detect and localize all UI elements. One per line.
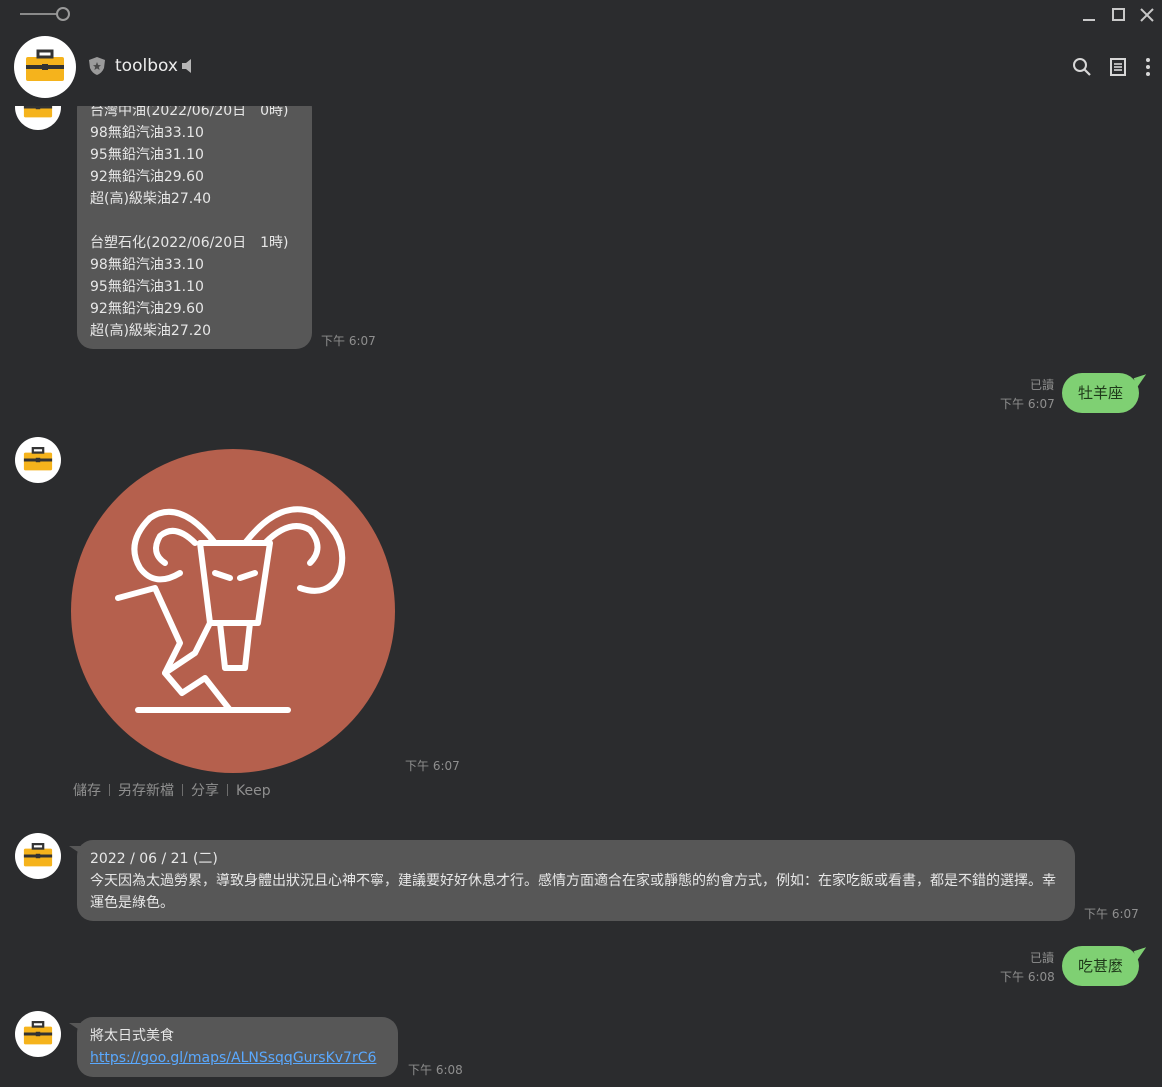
keep-link[interactable]: Keep: [236, 783, 271, 799]
message-time: 下午 6:07: [321, 334, 376, 348]
message-line: 92無鉛汽油29.60: [90, 169, 204, 185]
map-link[interactable]: https://goo.gl/maps/ALNSsqqGursKv7rC6: [90, 1047, 385, 1069]
title-bar: [0, 0, 1162, 30]
toolbox-icon: [23, 447, 53, 471]
toolbox-icon: [23, 1021, 53, 1045]
pin-slider-track[interactable]: [20, 13, 58, 15]
gas-price-message[interactable]: 台灣中油(2022/06/20日 0時) 98無鉛汽油33.10 95無鉛汽油3…: [77, 92, 312, 349]
pin-slider-knob[interactable]: [56, 7, 70, 21]
horoscope-message[interactable]: 2022 / 06 / 21 (二) 今天因為太過勞累，導致身體出狀況且心神不寧…: [69, 840, 1075, 921]
share-link[interactable]: 分享: [191, 783, 219, 799]
restaurant-name: 將太日式美食: [90, 1028, 174, 1044]
chat-header: toolbox: [0, 30, 1162, 106]
speaker-icon[interactable]: [180, 57, 198, 75]
more-vertical-icon[interactable]: [1137, 56, 1159, 78]
sent-message-aries[interactable]: 牡羊座: [1062, 373, 1140, 413]
sender-avatar[interactable]: [15, 1011, 61, 1057]
horoscope-text: 今天因為太過勞累，導致身體出狀況且心神不寧，建議要好好休息才行。感情方面適合在家…: [90, 873, 1056, 911]
horoscope-date: 2022 / 06 / 21 (二): [90, 851, 218, 867]
save-image-link[interactable]: 儲存: [73, 783, 101, 799]
read-receipt: 已讀: [1029, 378, 1054, 392]
save-as-link[interactable]: 另存新檔: [118, 783, 174, 799]
message-line: 92無鉛汽油29.60: [90, 301, 204, 317]
message-time: 下午 6:07: [405, 759, 460, 773]
image-actions: 儲存 另存新檔 分享 Keep: [73, 780, 271, 800]
message-line: 95無鉛汽油31.10: [90, 279, 204, 295]
search-icon[interactable]: [1071, 56, 1093, 78]
message-line: 98無鉛汽油33.10: [90, 257, 204, 273]
shield-icon: [89, 57, 105, 75]
message-line: 95無鉛汽油31.10: [90, 147, 204, 163]
notes-icon[interactable]: [1107, 56, 1129, 78]
maximize-icon[interactable]: [1107, 4, 1129, 26]
divider: [227, 784, 228, 796]
read-receipt: 已讀: [1029, 951, 1054, 965]
chat-title: toolbox: [115, 56, 178, 76]
message-line: 98無鉛汽油33.10: [90, 125, 204, 141]
message-line: 台塑石化(2022/06/20日 1時): [90, 235, 289, 251]
divider: [182, 784, 183, 796]
message-time: 下午 6:08: [408, 1063, 463, 1077]
divider: [109, 784, 110, 796]
minimize-icon[interactable]: [1078, 4, 1100, 26]
sender-avatar[interactable]: [15, 437, 61, 483]
message-line: 超(高)級柴油27.20: [90, 323, 212, 339]
close-icon[interactable]: [1136, 4, 1158, 26]
message-time: 下午 6:08: [1000, 970, 1055, 984]
message-time: 下午 6:07: [1000, 397, 1055, 411]
food-message[interactable]: 將太日式美食 https://goo.gl/maps/ALNSsqqGursKv…: [69, 1017, 398, 1077]
message-line: 超(高)級柴油27.40: [90, 191, 212, 207]
message-time: 下午 6:07: [1084, 907, 1139, 921]
toolbox-icon: [23, 843, 53, 867]
toolbox-icon: [26, 49, 64, 81]
sender-avatar[interactable]: [15, 833, 61, 879]
toolbox-avatar[interactable]: [14, 36, 76, 98]
aries-image[interactable]: [70, 448, 398, 776]
message-line: [90, 210, 299, 232]
sent-message-what-to-eat[interactable]: 吃甚麼: [1062, 946, 1140, 986]
